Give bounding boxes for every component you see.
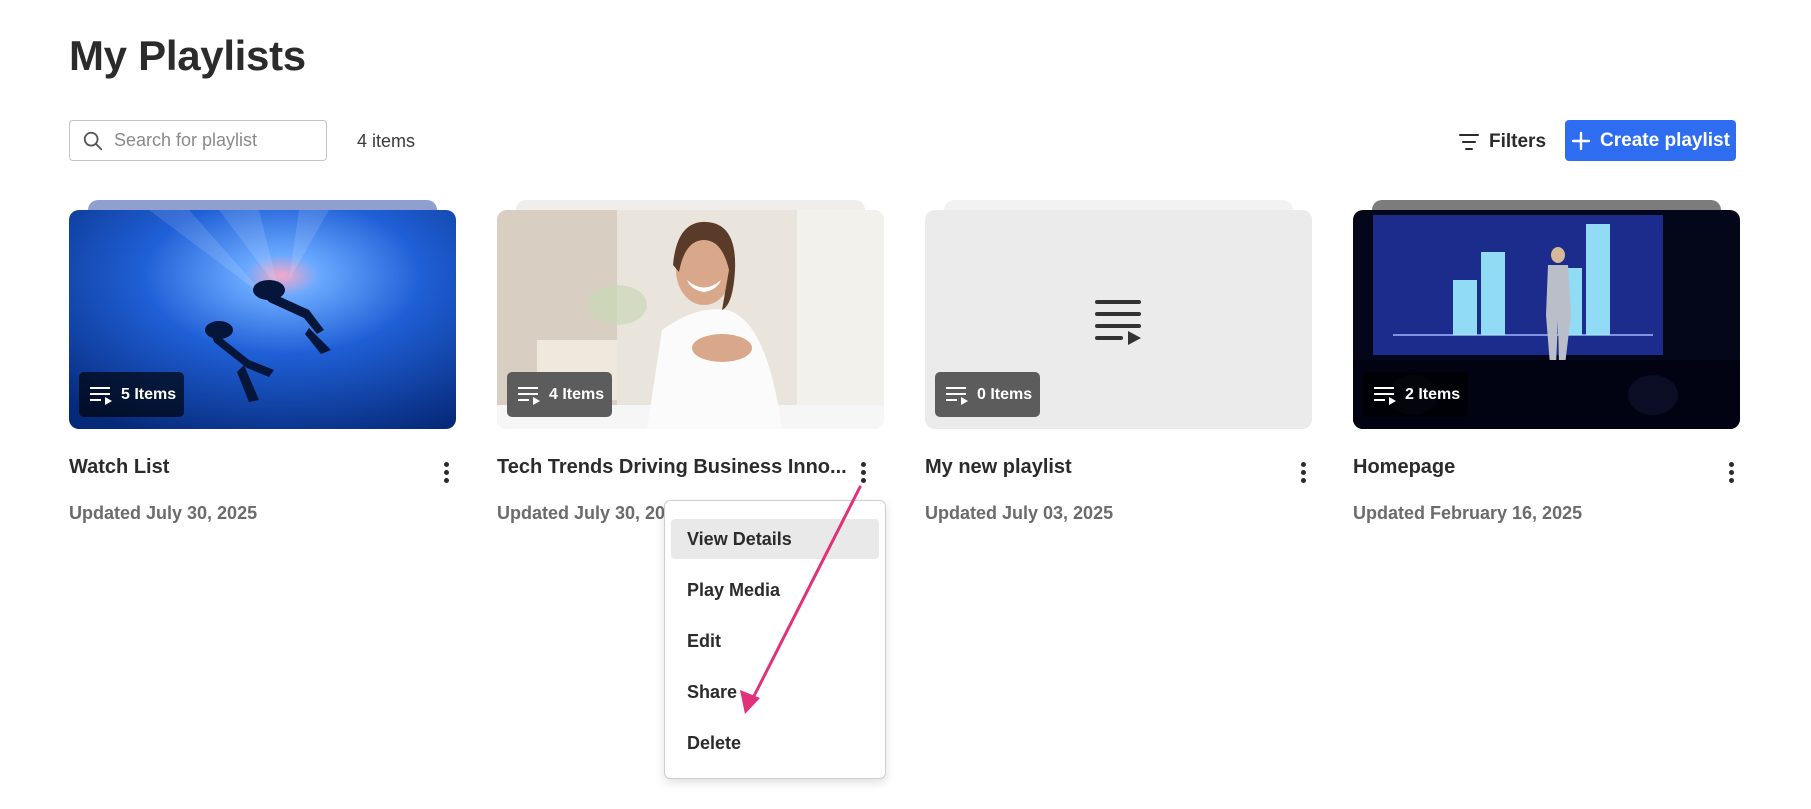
- filter-icon: [1459, 134, 1479, 150]
- playlist-icon: [518, 386, 540, 405]
- playlist-title[interactable]: My new playlist: [925, 456, 1072, 479]
- playlist-thumbnail[interactable]: 0 Items: [925, 200, 1312, 429]
- item-count-label: 5 Items: [121, 385, 177, 403]
- context-menu: View Details Play Media Edit Share Delet…: [664, 500, 886, 779]
- playlist-card[interactable]: 4 Items Tech Trends Driving Business Inn…: [497, 200, 884, 523]
- playlist-icon: [946, 386, 968, 405]
- playlist-thumbnail[interactable]: 2 Items: [1353, 200, 1740, 429]
- create-playlist-label: Create playlist: [1600, 129, 1730, 151]
- playlist-title[interactable]: Homepage: [1353, 456, 1455, 479]
- item-count: 4 items: [357, 131, 416, 151]
- playlist-card[interactable]: 5 Items Watch List Updated July 30, 2025: [69, 200, 456, 523]
- filters-button[interactable]: Filters: [1458, 126, 1546, 158]
- search-field[interactable]: [69, 120, 327, 161]
- playlist-updated-date: Updated July 30, 2025: [497, 503, 686, 523]
- playlist-thumbnail[interactable]: 5 Items: [69, 200, 456, 429]
- item-count-label: 2 Items: [1405, 385, 1461, 403]
- item-count-badge: 0 Items: [935, 372, 1041, 417]
- item-count-label: 0 Items: [977, 385, 1033, 403]
- playlist-updated-date: Updated February 16, 2025: [1353, 503, 1583, 523]
- filters-label: Filters: [1489, 131, 1547, 152]
- more-options-icon[interactable]: [434, 458, 458, 486]
- item-count-badge: 4 Items: [507, 372, 613, 417]
- item-count-label: 4 Items: [549, 385, 605, 403]
- more-options-icon[interactable]: [851, 458, 875, 486]
- playlist-title[interactable]: Tech Trends Driving Business Inno...: [497, 456, 847, 479]
- playlist-updated-date: Updated July 30, 2025: [69, 503, 258, 523]
- playlist-icon: [90, 386, 112, 405]
- plus-icon: [1571, 131, 1591, 150]
- playlist-icon: [1374, 386, 1396, 405]
- item-count-badge: 2 Items: [1363, 372, 1469, 417]
- playlist-card[interactable]: 0 Items My new playlist Updated July 03,…: [925, 200, 1312, 523]
- playlist-updated-date: Updated July 03, 2025: [925, 503, 1114, 523]
- menu-item-view-details[interactable]: View Details: [671, 519, 879, 559]
- menu-item-delete[interactable]: Delete: [671, 723, 879, 763]
- item-count-badge: 5 Items: [79, 372, 185, 417]
- search-input[interactable]: [114, 130, 314, 151]
- playlist-title[interactable]: Watch List: [69, 456, 169, 479]
- menu-item-edit[interactable]: Edit: [671, 621, 879, 661]
- menu-item-share[interactable]: Share: [671, 672, 879, 712]
- search-icon: [83, 131, 103, 150]
- more-options-icon[interactable]: [1719, 458, 1743, 486]
- playlist-card[interactable]: 2 Items Homepage Updated February 16, 20…: [1353, 200, 1740, 523]
- menu-item-play-media[interactable]: Play Media: [671, 570, 879, 610]
- page-title: My Playlists: [69, 32, 306, 79]
- more-options-icon[interactable]: [1291, 458, 1315, 486]
- create-playlist-button[interactable]: Create playlist: [1565, 120, 1736, 161]
- playlist-thumbnail[interactable]: 4 Items: [497, 200, 884, 429]
